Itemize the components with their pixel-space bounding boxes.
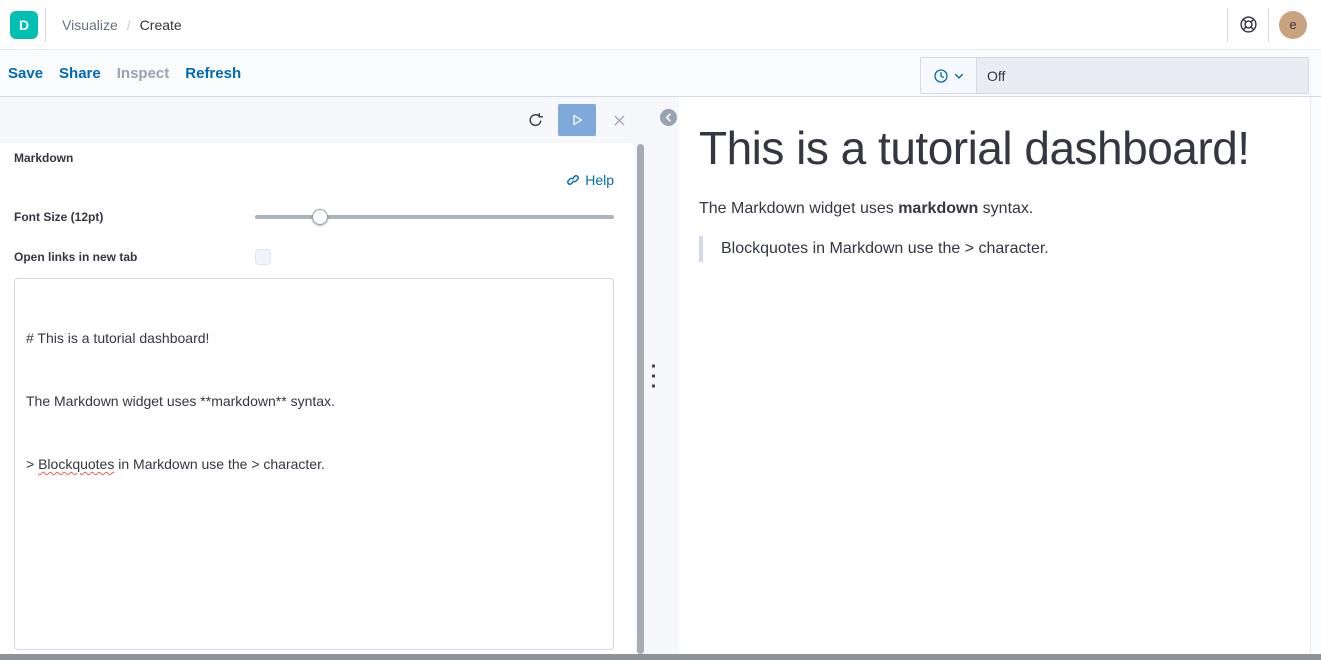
discard-changes-button[interactable]: [518, 104, 552, 136]
play-icon: [568, 111, 586, 129]
refresh-interval-display[interactable]: Off: [977, 58, 1308, 93]
breadcrumb-separator: /: [127, 17, 131, 33]
panel-resize-handle[interactable]: [648, 360, 659, 391]
markdown-help-link[interactable]: Help: [566, 172, 614, 188]
apply-changes-button[interactable]: [558, 104, 596, 136]
clock-icon: [933, 68, 949, 84]
font-size-slider: [255, 209, 614, 225]
misspelled-word: Blockquotes: [38, 456, 114, 472]
textarea-line: # This is a tutorial dashboard!: [26, 328, 602, 349]
app-header: D Visualize / Create e: [0, 0, 1321, 50]
open-links-row: Open links in new tab: [14, 248, 614, 266]
markdown-editor-panel: Markdown Help Font Size (12pt): [0, 97, 679, 654]
open-links-checkbox[interactable]: [255, 249, 271, 265]
header-divider: [45, 8, 46, 42]
editor-action-bar: [0, 97, 636, 143]
panel-title: Markdown: [14, 151, 614, 165]
window-scrollbar-track: [1310, 97, 1321, 654]
refresh-button[interactable]: Refresh: [185, 65, 241, 82]
help-link-label: Help: [585, 172, 614, 188]
link-icon: [566, 173, 580, 187]
markdown-textarea[interactable]: # This is a tutorial dashboard! The Mark…: [14, 278, 614, 650]
breadcrumb-create: Create: [140, 17, 182, 33]
help-row: Help: [14, 171, 614, 189]
preview-bold-word: markdown: [898, 200, 978, 217]
refresh-interval-control: Off: [920, 57, 1309, 94]
breadcrumb: Visualize / Create: [62, 17, 182, 33]
preview-blockquote: Blockquotes in Markdown use the > charac…: [699, 236, 1301, 262]
refresh-interval-value: Off: [987, 68, 1005, 84]
app-logo[interactable]: D: [10, 11, 38, 39]
help-icon: [1239, 15, 1258, 34]
share-button[interactable]: Share: [59, 65, 101, 82]
markdown-preview: This is a tutorial dashboard! The Markdo…: [679, 97, 1321, 654]
preview-heading: This is a tutorial dashboard!: [699, 123, 1301, 174]
help-button[interactable]: [1228, 8, 1268, 42]
close-editor-button[interactable]: [602, 104, 636, 136]
font-size-label: Font Size (12pt): [14, 210, 255, 224]
textarea-line: > Blockquotes in Markdown use the > char…: [26, 454, 602, 475]
breadcrumb-visualize[interactable]: Visualize: [62, 17, 118, 33]
open-links-label: Open links in new tab: [14, 250, 255, 264]
app-logo-letter: D: [19, 17, 29, 33]
avatar-initial: e: [1289, 17, 1296, 32]
slider-track[interactable]: [255, 215, 614, 219]
textarea-line: The Markdown widget uses **markdown** sy…: [26, 391, 602, 412]
header-divider: [1268, 8, 1269, 42]
save-button[interactable]: Save: [8, 65, 43, 82]
font-size-row: Font Size (12pt): [14, 208, 614, 226]
inspect-button[interactable]: Inspect: [117, 65, 170, 82]
main-content: Markdown Help Font Size (12pt): [0, 97, 1321, 654]
reload-icon: [527, 112, 544, 129]
collapse-panel-button[interactable]: [660, 109, 677, 126]
slider-thumb[interactable]: [312, 209, 328, 225]
visualize-toolbar: Save Share Inspect Refresh Off: [0, 51, 1321, 97]
window-bottom-edge: [0, 654, 1321, 660]
header-right-group: e: [1227, 0, 1321, 49]
markdown-options-card: Markdown Help Font Size (12pt): [0, 143, 636, 654]
chevron-down-icon: [953, 70, 965, 82]
time-quick-select-button[interactable]: [921, 58, 977, 93]
chevron-left-icon: [663, 112, 674, 123]
close-icon: [612, 113, 627, 128]
preview-paragraph: The Markdown widget uses markdown syntax…: [699, 200, 1301, 218]
user-avatar[interactable]: e: [1279, 11, 1307, 39]
editor-scrollbar[interactable]: [637, 144, 644, 654]
